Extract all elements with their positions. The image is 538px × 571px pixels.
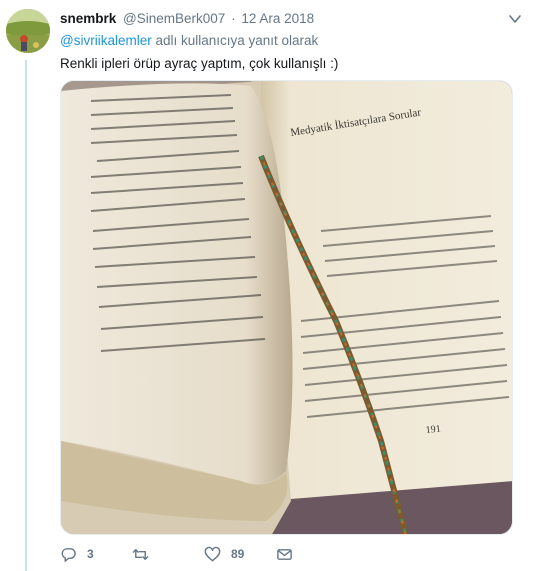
tweet-actions: 3 89 bbox=[60, 543, 513, 567]
direct-message-button[interactable] bbox=[276, 543, 293, 565]
reply-context: @sivriikalemler adlı kullanıcıya yanıt o… bbox=[60, 32, 318, 50]
tweet-photo[interactable]: Medyatik İktisatçılara Sorular 191 bbox=[60, 80, 513, 535]
avatar[interactable] bbox=[6, 9, 50, 53]
book-page-number: 191 bbox=[425, 423, 441, 436]
retweet-icon bbox=[132, 546, 149, 563]
display-name[interactable]: snembrk bbox=[60, 11, 116, 26]
reply-context-text: adlı kullanıcıya yanıt olarak bbox=[151, 33, 319, 48]
tweet-date[interactable]: 12 Ara 2018 bbox=[241, 11, 314, 26]
reply-button[interactable]: 3 bbox=[60, 543, 94, 565]
user-handle[interactable]: @SinemBerk007 bbox=[123, 11, 225, 26]
retweet-button[interactable] bbox=[132, 543, 159, 565]
reply-icon bbox=[60, 546, 77, 563]
reply-mention-link[interactable]: @sivriikalemler bbox=[60, 33, 152, 48]
tweet-header: snembrk @SinemBerk007 · 12 Ara 2018 bbox=[60, 10, 314, 28]
chevron-down-icon[interactable] bbox=[508, 12, 522, 24]
like-button[interactable]: 89 bbox=[204, 543, 244, 565]
reply-count: 3 bbox=[87, 547, 94, 561]
envelope-icon bbox=[276, 546, 293, 563]
separator-dot: · bbox=[231, 11, 236, 26]
tweet[interactable]: snembrk @SinemBerk007 · 12 Ara 2018 @siv… bbox=[0, 0, 538, 571]
like-count: 89 bbox=[231, 547, 245, 561]
thread-line bbox=[25, 60, 27, 571]
heart-icon bbox=[204, 546, 221, 563]
tweet-text: Renkli ipleri örüp ayraç yaptım, çok kul… bbox=[60, 56, 339, 71]
